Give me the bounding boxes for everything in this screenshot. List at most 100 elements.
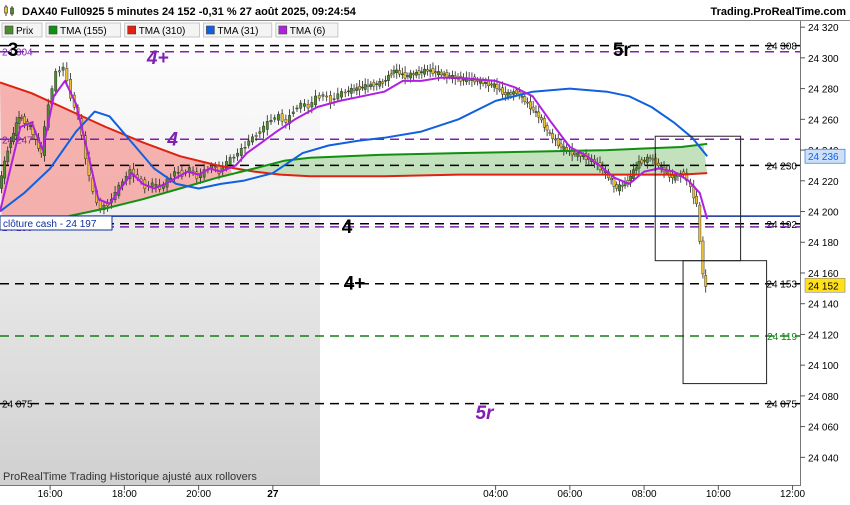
candle-body (431, 68, 435, 74)
candle-body (336, 93, 340, 100)
y-tick-label: 24 120 (808, 330, 839, 341)
candle-body (332, 98, 336, 100)
wave-label-5: 4+ (344, 274, 366, 295)
candle-body (412, 73, 415, 76)
candle-body (258, 131, 262, 134)
candle-body (310, 102, 314, 108)
candle-body (425, 69, 429, 72)
candle-body (526, 101, 530, 104)
candle-body (366, 84, 370, 87)
price-chart[interactable]: DAX40 Full0925 5 minutes 24 152 -0,31 % … (0, 0, 850, 500)
y-tick-label: 24 060 (808, 423, 839, 434)
candle-body (369, 83, 373, 87)
candle-body (651, 158, 655, 161)
chart-header-title: DAX40 Full0925 5 minutes 24 152 -0,31 % … (22, 6, 357, 18)
candle-body (520, 95, 524, 98)
candle-icon (4, 25, 14, 35)
candle-body (403, 72, 407, 79)
candle-body (314, 95, 317, 106)
candle-body (400, 73, 404, 76)
candle-body (559, 143, 563, 148)
y-tick-label: 24 280 (808, 85, 839, 96)
wave-label-1: 4+ (146, 48, 169, 69)
candle-body (299, 102, 303, 109)
candle-body (277, 114, 280, 121)
candle-body (556, 138, 560, 146)
previous-session-shade (0, 21, 320, 486)
candle-icon (2, 4, 16, 17)
y-tick-label: 24 100 (808, 361, 839, 372)
candle-body (439, 71, 443, 76)
level-right-label: 24 075 (766, 400, 797, 411)
candle-body (352, 88, 356, 91)
x-tick-label: 08:00 (632, 489, 657, 500)
candle-body (381, 81, 385, 84)
level-right-label: 24 192 (766, 220, 797, 231)
candle-body (395, 69, 399, 73)
candle-body (551, 133, 555, 139)
x-tick-label: 04:00 (483, 489, 508, 500)
candle-body (498, 88, 502, 91)
candle-body (640, 159, 644, 164)
candle-body (306, 104, 310, 109)
candle-body (23, 116, 26, 124)
candle-body (325, 95, 329, 98)
candle-body (643, 159, 646, 162)
legend-swatch-2 (127, 25, 136, 35)
candle-body (618, 184, 621, 192)
candle-body (434, 71, 438, 73)
y-tick-label: 24 200 (808, 208, 839, 219)
level-left-label: 24 075 (2, 400, 33, 411)
candle-body (284, 119, 288, 123)
cash-close-label: clôture cash - 24 197 (3, 219, 97, 230)
candle-body (531, 106, 535, 111)
candle-body (176, 171, 180, 174)
x-tick-label: 10:00 (706, 489, 731, 500)
legend-label-0: Prix (16, 26, 33, 37)
candle-body (528, 101, 532, 110)
candle-body (232, 156, 236, 159)
candle-body (378, 81, 382, 87)
candle-body (523, 96, 527, 103)
candle-body (540, 117, 543, 121)
candle-body (28, 124, 32, 127)
candle-body (554, 138, 557, 141)
candle-body (20, 117, 24, 119)
legend-label-4: TMA (6) (290, 26, 326, 37)
candle-body (57, 70, 61, 73)
wave-label-3: 4 (166, 129, 178, 150)
candle-body (509, 92, 513, 95)
current-price-label: 24 152 (808, 281, 839, 292)
legend-swatch-1 (48, 25, 58, 35)
y-tick-label: 24 320 (808, 23, 839, 34)
candle-body (417, 70, 421, 75)
y-tick-label: 24 220 (808, 177, 839, 188)
candle-body (280, 113, 284, 122)
wave-label-4: 4 (342, 217, 353, 238)
candle-body (384, 80, 388, 82)
chart-window: DAX40 Full0925 5 minutes 24 152 -0,31 % … (0, 0, 850, 500)
candle-body (254, 135, 258, 137)
candle-body (273, 117, 277, 120)
candle-body (503, 92, 507, 95)
candle-body (548, 132, 552, 134)
candle-body (372, 82, 376, 87)
candle-body (389, 73, 393, 76)
wave-label-2: 5r (613, 40, 632, 61)
candle-body (634, 167, 638, 171)
candle-body (704, 275, 708, 287)
y-tick-label: 24 260 (808, 115, 839, 126)
candle-body (343, 91, 347, 94)
candle-body (191, 170, 195, 173)
legend-label-2: TMA (310) (139, 26, 186, 37)
level-right-label: 24 153 (766, 280, 797, 291)
candle-body (9, 143, 13, 148)
candle-body (657, 162, 660, 167)
candle-body (545, 125, 549, 131)
candle-body (534, 111, 538, 113)
candle-body (262, 125, 265, 133)
candle-body (462, 79, 465, 81)
candle-body (251, 136, 254, 143)
candle-body (328, 95, 332, 103)
candle-body (612, 178, 616, 187)
